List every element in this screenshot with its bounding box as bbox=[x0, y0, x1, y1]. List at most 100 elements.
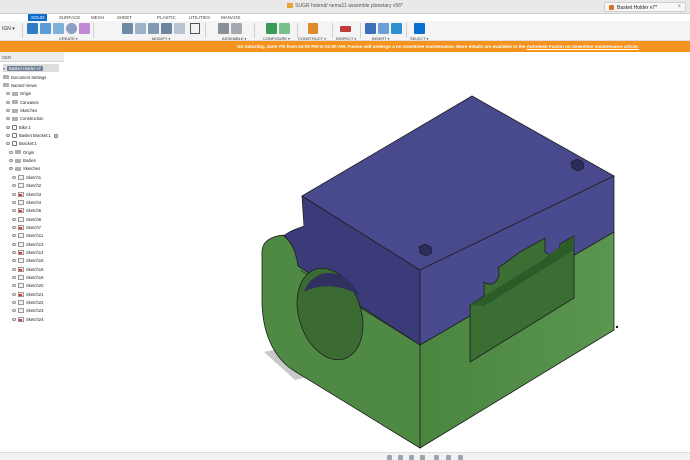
visibility-eye-icon[interactable] bbox=[9, 159, 13, 163]
create-sketch-icon[interactable] bbox=[40, 23, 51, 34]
configure-rule-icon[interactable] bbox=[279, 23, 290, 34]
measure-icon[interactable] bbox=[340, 26, 351, 32]
browser-sketch-item[interactable]: Sketch2 bbox=[12, 182, 41, 190]
browser-sketch-item[interactable]: Sketch3 bbox=[12, 190, 41, 198]
browser-sketch-item[interactable]: Sketch6 bbox=[12, 215, 41, 223]
visibility-eye-icon[interactable] bbox=[9, 167, 13, 171]
visibility-eye-icon[interactable] bbox=[12, 284, 16, 288]
tab-utilities[interactable]: UTILITIES bbox=[186, 14, 213, 21]
visibility-eye-icon[interactable] bbox=[12, 267, 16, 271]
visibility-eye-icon[interactable] bbox=[12, 309, 16, 313]
visibility-eye-icon[interactable] bbox=[12, 234, 16, 238]
insert-canvas-icon[interactable] bbox=[391, 23, 402, 34]
visibility-eye-icon[interactable] bbox=[12, 184, 16, 188]
as-built-joint-icon[interactable] bbox=[231, 23, 242, 34]
design-workspace-menu[interactable]: IGN ▾ bbox=[2, 26, 15, 32]
bracket-left-face-lower[interactable] bbox=[261, 234, 421, 449]
fit-icon[interactable] bbox=[420, 454, 425, 460]
browser-sketch-item[interactable]: Sketch11 bbox=[12, 232, 43, 240]
fillet-icon[interactable] bbox=[135, 23, 146, 34]
axle-hole[interactable] bbox=[286, 260, 374, 369]
pan-icon[interactable] bbox=[398, 454, 403, 460]
visibility-eye-icon[interactable] bbox=[12, 217, 16, 221]
browser-item[interactable]: Canvases bbox=[6, 98, 39, 106]
configure-table-icon[interactable] bbox=[266, 23, 277, 34]
tab-manage[interactable]: MANAGE bbox=[218, 14, 244, 21]
visibility-eye-icon[interactable] bbox=[12, 192, 16, 196]
tab-surface[interactable]: SURFACE bbox=[56, 14, 83, 21]
hex-hole-2[interactable] bbox=[418, 243, 433, 257]
visibility-eye-icon[interactable] bbox=[9, 150, 13, 154]
vertex-point[interactable] bbox=[615, 325, 619, 329]
visibility-eye-icon[interactable] bbox=[6, 92, 10, 96]
visibility-eye-icon[interactable] bbox=[12, 292, 16, 296]
visibility-eye-icon[interactable] bbox=[12, 317, 16, 321]
browser-item[interactable]: Origin bbox=[6, 90, 31, 98]
tab-plastic[interactable]: PLASTIC bbox=[154, 14, 179, 21]
visibility-eye-icon[interactable] bbox=[12, 301, 16, 305]
bracket-slot[interactable] bbox=[469, 235, 575, 363]
browser-item[interactable]: Document Settings bbox=[3, 73, 46, 81]
browser-sketch-item[interactable]: Sketch14 bbox=[12, 248, 43, 256]
activate-component-icon[interactable] bbox=[53, 133, 58, 138]
bracket-top-face[interactable] bbox=[301, 95, 615, 271]
zoom-icon[interactable] bbox=[409, 454, 414, 460]
new-component-icon[interactable] bbox=[27, 23, 38, 34]
offset-plane-icon[interactable] bbox=[308, 23, 318, 34]
orbit-icon[interactable] bbox=[387, 454, 392, 460]
browser-sketch-item[interactable]: Sketch20 bbox=[12, 282, 43, 290]
browser-item[interactable]: Construction bbox=[6, 115, 44, 123]
combine-icon[interactable] bbox=[174, 23, 185, 34]
hex-hole-1[interactable] bbox=[570, 158, 585, 172]
tab-solid[interactable]: SOLID bbox=[28, 14, 47, 21]
browser-item[interactable]: Named Views bbox=[3, 81, 37, 89]
visibility-eye-icon[interactable] bbox=[12, 200, 16, 204]
bracket-left-face-upper[interactable] bbox=[283, 195, 421, 346]
tab-sheet-metal[interactable]: SHEET METAL bbox=[114, 14, 135, 25]
browser-sketch-item[interactable]: Sketch1 bbox=[12, 173, 41, 181]
browser-sketch-item[interactable]: Sketch19 bbox=[12, 273, 43, 281]
display-settings-icon[interactable] bbox=[434, 454, 439, 460]
extrude-icon[interactable] bbox=[53, 23, 64, 34]
browser-sketch-item[interactable]: Sketch13 bbox=[12, 240, 43, 248]
visibility-eye-icon[interactable] bbox=[6, 100, 10, 104]
browser-header[interactable]: SER bbox=[0, 52, 64, 62]
browser-root[interactable]: ▾ Basket Holder v7 bbox=[3, 64, 59, 73]
grid-settings-icon[interactable] bbox=[446, 454, 451, 460]
document-tab[interactable]: Basket Holder v7* × bbox=[604, 2, 686, 12]
browser-item[interactable]: Origin bbox=[9, 148, 34, 156]
visibility-eye-icon[interactable] bbox=[12, 250, 16, 254]
visibility-eye-icon[interactable] bbox=[6, 109, 10, 113]
browser-sketch-item[interactable]: Sketch5 bbox=[12, 207, 41, 215]
insert-mesh-icon[interactable] bbox=[378, 23, 389, 34]
browser-sketch-item[interactable]: Sketch21 bbox=[12, 290, 43, 298]
browser-item[interactable]: Bike:1 bbox=[6, 123, 31, 131]
browser-item[interactable]: Sketches bbox=[6, 106, 37, 114]
browser-sketch-item[interactable]: Sketch24 bbox=[12, 315, 43, 323]
bracket-front-face-upper[interactable] bbox=[419, 175, 615, 346]
visibility-eye-icon[interactable] bbox=[12, 225, 16, 229]
visibility-eye-icon[interactable] bbox=[12, 259, 16, 263]
browser-item[interactable]: Basket Bracket:1 bbox=[6, 131, 58, 139]
banner-link[interactable]: Autodesk Fusion no downtime maintenance … bbox=[527, 44, 639, 49]
browser-sketch-item[interactable]: Sketch22 bbox=[12, 298, 43, 306]
browser-item[interactable]: Sketches bbox=[9, 165, 40, 173]
joint-icon[interactable] bbox=[218, 23, 229, 34]
browser-item[interactable]: Bodies bbox=[9, 157, 36, 165]
visibility-eye-icon[interactable] bbox=[6, 142, 10, 146]
press-pull-icon[interactable] bbox=[122, 23, 133, 34]
visibility-eye-icon[interactable] bbox=[6, 125, 10, 129]
visibility-eye-icon[interactable] bbox=[6, 134, 10, 138]
close-tab-icon[interactable]: × bbox=[677, 4, 681, 10]
browser-item[interactable]: Bracket:1 bbox=[6, 140, 37, 148]
visibility-eye-icon[interactable] bbox=[12, 276, 16, 280]
browser-sketch-item[interactable]: Sketch18 bbox=[12, 265, 43, 273]
visibility-eye-icon[interactable] bbox=[12, 209, 16, 213]
viewports-icon[interactable] bbox=[458, 454, 463, 460]
3d-viewport[interactable] bbox=[0, 0, 690, 460]
visibility-eye-icon[interactable] bbox=[12, 242, 16, 246]
visibility-eye-icon[interactable] bbox=[6, 117, 10, 121]
tab-mesh[interactable]: MESH bbox=[88, 14, 107, 21]
browser-sketch-item[interactable]: Sketch4 bbox=[12, 198, 41, 206]
bracket-front-face-lower[interactable] bbox=[419, 231, 615, 449]
